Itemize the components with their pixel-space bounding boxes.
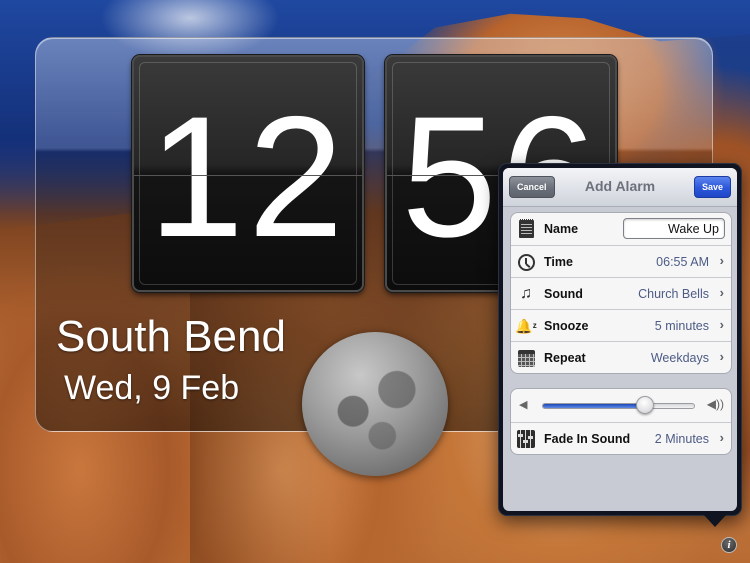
chevron-right-icon: ›	[719, 430, 724, 445]
music-note-icon: ♫	[520, 285, 532, 302]
chevron-right-icon: ›	[719, 285, 724, 300]
row-value: 5 minutes	[654, 319, 709, 333]
calendar-icon	[517, 349, 535, 367]
row-label: Time	[544, 255, 573, 269]
notepad-icon	[517, 219, 535, 238]
flip-card-hours: 12	[132, 55, 364, 292]
row-fade-in-sound[interactable]: Fade In Sound 2 Minutes ›	[511, 422, 731, 454]
hours-digits: 12	[148, 81, 348, 273]
row-value: Weekdays	[650, 351, 709, 365]
volume-slider-fill	[543, 404, 646, 408]
add-alarm-popover: Cancel Add Alarm Save Name Time 06:55 AM…	[498, 163, 742, 516]
row-label: Name	[544, 222, 579, 236]
row-label: Snooze	[544, 319, 589, 333]
add-alarm-content: Cancel Add Alarm Save Name Time 06:55 AM…	[503, 168, 737, 511]
volume-row: ◀ ◀))	[511, 389, 731, 422]
row-value: 2 Minutes	[654, 432, 709, 446]
row-time[interactable]: Time 06:55 AM ›	[511, 245, 731, 277]
row-repeat[interactable]: Repeat Weekdays ›	[511, 341, 731, 373]
row-value: 06:55 AM	[656, 255, 709, 269]
volume-slider-thumb[interactable]	[635, 396, 654, 414]
volume-slider[interactable]	[542, 403, 695, 409]
moon-phase-icon	[302, 332, 448, 476]
info-button[interactable]: i	[721, 537, 737, 553]
snooze-bell-icon: 🔔 z	[515, 318, 537, 334]
save-button[interactable]: Save	[693, 176, 731, 198]
volume-high-icon: ◀))	[706, 397, 724, 411]
city-name: South Bend	[56, 312, 286, 361]
row-value: Church Bells	[638, 287, 709, 301]
date-label: Wed, 9 Feb	[64, 369, 240, 407]
navbar: Cancel Add Alarm Save	[503, 168, 737, 207]
row-snooze[interactable]: 🔔 z Snooze 5 minutes ›	[511, 309, 731, 341]
chevron-right-icon: ›	[719, 253, 724, 268]
row-sound[interactable]: ♫ Sound Church Bells ›	[511, 277, 731, 309]
clock-icon	[517, 253, 535, 271]
row-label: Repeat	[544, 351, 586, 365]
chevron-right-icon: ›	[719, 349, 724, 364]
popover-arrow	[703, 514, 727, 527]
mixer-icon	[517, 430, 535, 448]
alarm-name-input[interactable]	[623, 218, 725, 239]
sound-settings-group: ◀ ◀)) Fade In Sound 2 Minutes ›	[510, 388, 732, 455]
chevron-right-icon: ›	[719, 317, 724, 332]
alarm-settings-group: Name Time 06:55 AM › ♫ Sound Church Bell…	[510, 212, 732, 374]
row-label: Sound	[544, 287, 583, 301]
row-name[interactable]: Name	[511, 213, 731, 245]
volume-low-icon: ◀	[519, 399, 528, 411]
row-label: Fade In Sound	[544, 432, 631, 446]
